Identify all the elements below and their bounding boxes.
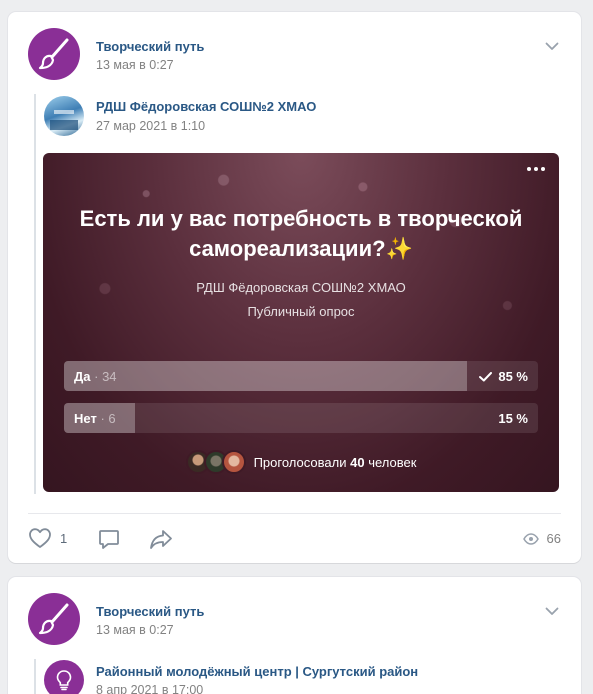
comment-button[interactable]	[97, 527, 121, 551]
share-button[interactable]	[148, 527, 174, 551]
chevron-down-icon[interactable]	[545, 42, 559, 51]
avatar	[221, 450, 246, 474]
post-author[interactable]: Творческий путь	[96, 39, 204, 54]
repost-line	[34, 94, 36, 494]
check-icon	[479, 371, 493, 381]
poll: Есть ли у вас потребность в творческой с…	[43, 153, 559, 492]
poll-option-no[interactable]: Нет · 6 15 %	[64, 403, 538, 433]
views: 66	[522, 531, 561, 546]
more-icon[interactable]	[527, 167, 545, 171]
chevron-down-icon[interactable]	[545, 607, 559, 616]
repost-author[interactable]: Районный молодёжный центр | Сургутский р…	[96, 664, 418, 679]
eye-icon	[522, 532, 539, 545]
like-button[interactable]: 1	[28, 527, 67, 549]
poll-voters[interactable]: Проголосовали 40 человек	[43, 450, 559, 474]
post-card: Творческий путь 13 мая в 0:27 РДШ Фёдоро…	[8, 12, 581, 563]
repost-line	[34, 659, 36, 694]
poll-type: Публичный опрос	[247, 304, 355, 319]
post-date[interactable]: 13 мая в 0:27	[96, 58, 174, 72]
repost-avatar[interactable]	[44, 96, 84, 136]
paintbrush-icon	[38, 603, 69, 635]
divider	[28, 513, 561, 514]
community-avatar[interactable]	[28, 28, 80, 80]
poll-option-bar	[64, 361, 467, 391]
voters-count: 40	[350, 454, 365, 470]
poll-author[interactable]: РДШ Фёдоровская СОШ№2 ХМАО	[43, 280, 559, 295]
repost-date[interactable]: 8 апр 2021 в 17:00	[96, 683, 203, 694]
poll-option-count: 34	[102, 369, 117, 384]
sparkles-icon: ✨	[385, 236, 413, 261]
post-date[interactable]: 13 мая в 0:27	[96, 623, 174, 637]
view-count: 66	[546, 531, 561, 546]
poll-option-yes[interactable]: Да · 34 85 %	[64, 361, 538, 391]
repost-date[interactable]: 27 мар 2021 в 1:10	[96, 119, 205, 133]
poll-option-percent: 85 %	[498, 369, 528, 384]
post-author[interactable]: Творческий путь	[96, 604, 204, 619]
poll-question: Есть ли у вас потребность в творческой с…	[79, 206, 523, 261]
repost-author[interactable]: РДШ Фёдоровская СОШ№2 ХМАО	[96, 99, 316, 114]
community-avatar[interactable]	[28, 593, 80, 645]
like-count: 1	[60, 530, 68, 546]
poll-option-label: Да	[74, 369, 91, 384]
poll-option-label: Нет	[74, 411, 97, 426]
post-card: Творческий путь 13 мая в 0:27 Районный м…	[8, 577, 581, 694]
voter-avatars	[185, 450, 246, 474]
paintbrush-icon	[38, 38, 69, 70]
poll-option-count: 6	[108, 411, 116, 426]
lightbulb-icon	[56, 670, 72, 691]
heart-icon	[29, 528, 51, 548]
poll-option-percent: 15 %	[498, 411, 528, 426]
comment-icon	[99, 530, 119, 549]
share-icon	[150, 530, 172, 549]
repost-avatar[interactable]	[44, 660, 84, 694]
